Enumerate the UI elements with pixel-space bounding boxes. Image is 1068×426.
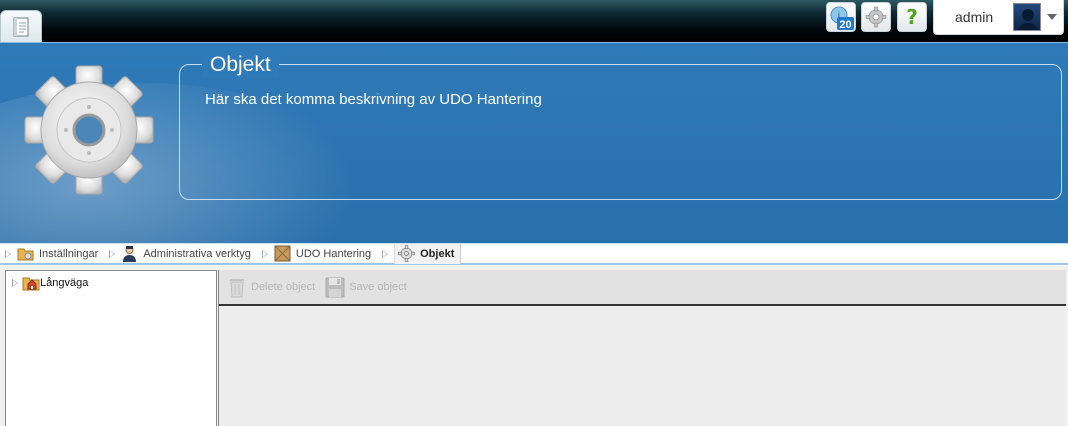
toolbar: Delete object Save object <box>219 270 1066 306</box>
description-panel <box>179 64 1062 200</box>
breadcrumb-item-admin-tools[interactable]: Administrativa verktyg <box>104 244 257 264</box>
avatar <box>1013 3 1041 31</box>
user-menu[interactable]: admin <box>933 0 1064 35</box>
object-panel: Delete object Save object <box>218 270 1066 426</box>
object-tree: Långväga <box>5 270 217 426</box>
breadcrumb-item-settings[interactable]: Inställningar <box>0 244 104 264</box>
delete-object-button[interactable]: Delete object <box>227 276 315 298</box>
trash-icon <box>230 279 244 298</box>
expand-icon[interactable] <box>12 279 18 287</box>
document-icon <box>13 17 29 36</box>
breadcrumb-item-udo[interactable]: UDO Hantering <box>257 244 377 264</box>
folder-house-icon <box>22 277 40 291</box>
page-header: Objekt Här ska det komma beskrivning av … <box>0 42 1068 243</box>
top-bar: i 20 ? admin <box>0 0 1068 42</box>
breadcrumb-item-current[interactable]: Objekt <box>394 243 462 264</box>
admin-person-icon <box>121 245 138 262</box>
notification-icon: i 20 <box>830 6 854 30</box>
save-object-label: Save object <box>349 281 407 293</box>
settings-folder-icon <box>17 245 34 262</box>
settings-button[interactable] <box>861 2 891 32</box>
breadcrumb-label: UDO Hantering <box>295 247 372 260</box>
tree-item[interactable]: Långväga <box>11 275 88 291</box>
box-icon <box>274 245 291 262</box>
floppy-disk-icon <box>325 277 345 298</box>
chevron-down-icon <box>1047 14 1057 20</box>
breadcrumb-label: Inställningar <box>39 247 99 260</box>
gear-icon <box>24 65 154 195</box>
main-content: Långväga Delete object Save object <box>0 266 1068 426</box>
chevron-right-icon <box>109 249 116 258</box>
help-button[interactable]: ? <box>897 2 927 32</box>
save-object-button[interactable]: Save object <box>325 276 407 298</box>
notification-count: 20 <box>839 19 851 30</box>
chevron-right-icon <box>382 249 389 258</box>
help-icon: ? <box>906 5 918 29</box>
breadcrumb-label: Administrativa verktyg <box>143 247 251 260</box>
tree-item-label: Långväga <box>40 277 89 289</box>
gear-icon <box>865 6 887 28</box>
user-name: admin <box>955 9 994 25</box>
home-tab[interactable] <box>0 10 42 42</box>
breadcrumb: Inställningar Administrativa verktyg UDO… <box>0 243 1068 265</box>
delete-object-label: Delete object <box>251 281 316 293</box>
gear-icon <box>398 245 416 262</box>
page-description: Här ska det komma beskrivning av UDO Han… <box>205 91 542 108</box>
page-title: Objekt <box>202 53 279 77</box>
notifications-button[interactable]: i 20 <box>826 2 856 32</box>
chevron-right-icon <box>5 249 11 258</box>
chevron-right-icon <box>261 249 268 258</box>
breadcrumb-label: Objekt <box>420 247 455 260</box>
